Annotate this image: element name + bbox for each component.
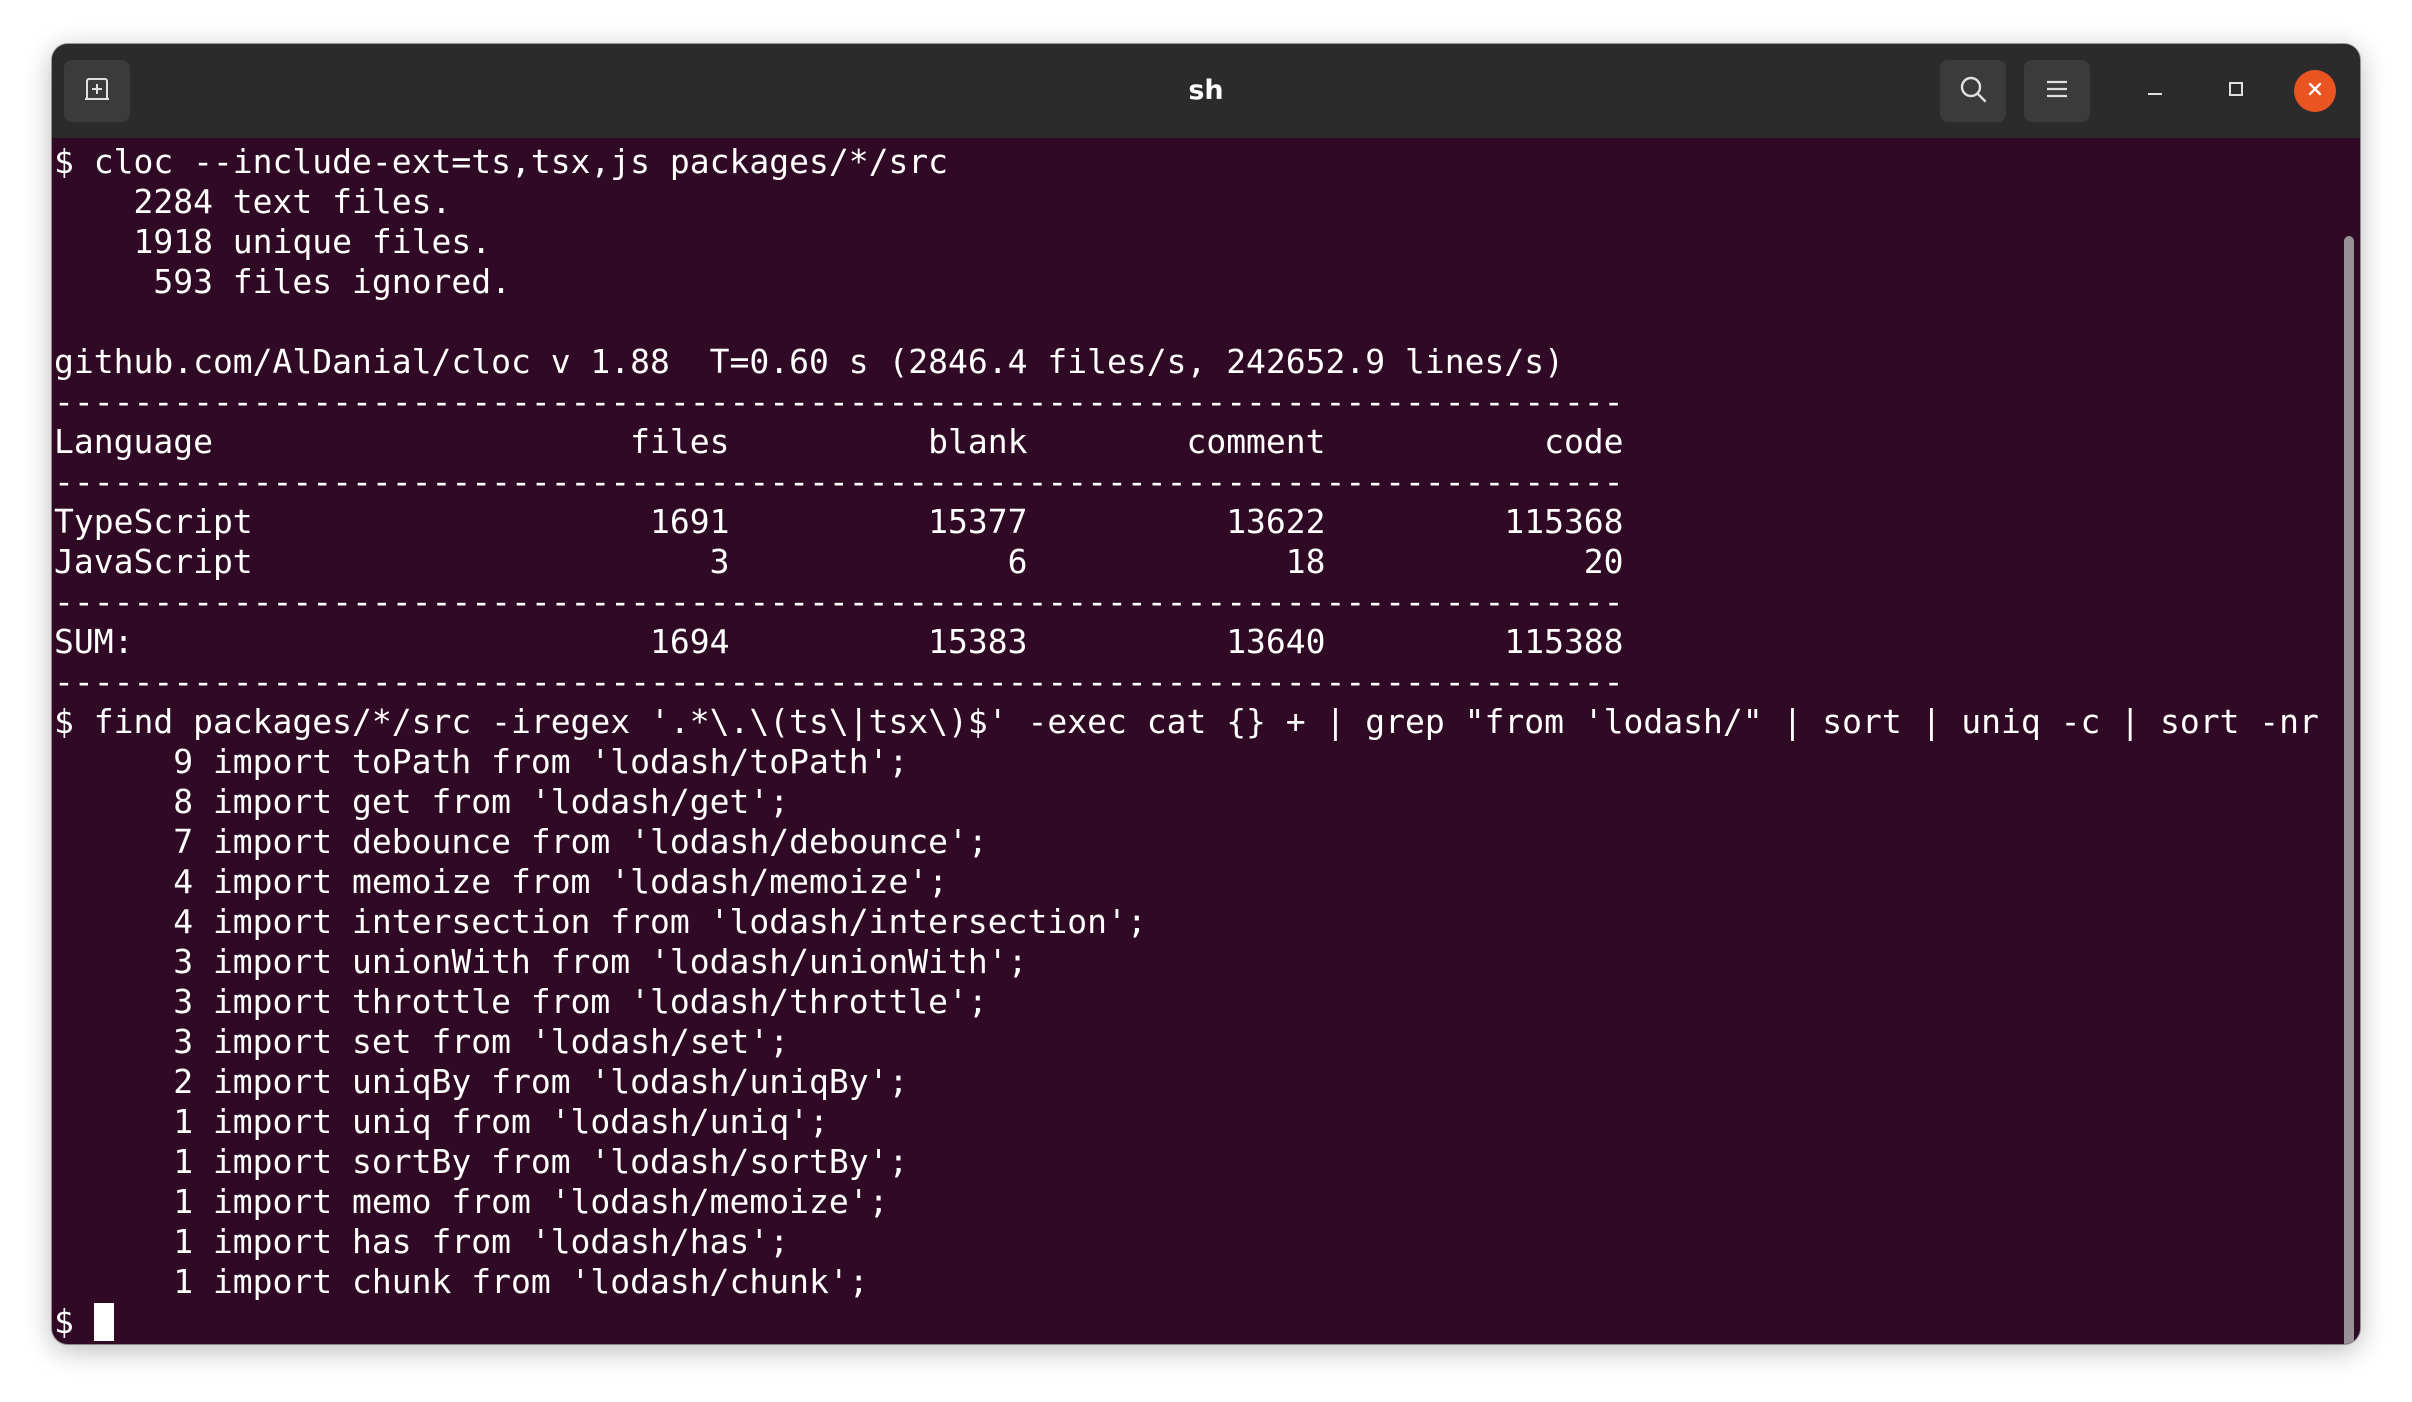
minimize-icon bbox=[2146, 80, 2164, 103]
terminal-line: 2 import uniqBy from 'lodash/uniqBy'; bbox=[54, 1062, 909, 1101]
terminal-line: 2284 text files. bbox=[54, 182, 452, 221]
text-cursor bbox=[93, 1303, 114, 1341]
terminal-line: SUM: 1694 15383 13640 115388 bbox=[54, 622, 1624, 661]
terminal-line: 3 import throttle from 'lodash/throttle'… bbox=[54, 982, 988, 1021]
search-button[interactable] bbox=[1940, 60, 2006, 122]
menu-button[interactable] bbox=[2024, 60, 2090, 122]
terminal-line: $ cloc --include-ext=ts,tsx,js packages/… bbox=[54, 142, 949, 181]
terminal-line: $ find packages/*/src -iregex '.*\.\(ts\… bbox=[54, 702, 2319, 741]
terminal-line: 1 import memo from 'lodash/memoize'; bbox=[54, 1182, 889, 1221]
terminal-line: 8 import get from 'lodash/get'; bbox=[54, 782, 790, 821]
window-title: sh bbox=[1188, 75, 1224, 106]
title-bar[interactable]: sh bbox=[52, 44, 2360, 139]
terminal-line: github.com/AlDanial/cloc v 1.88 T=0.60 s… bbox=[54, 342, 1564, 381]
terminal-line: ----------------------------------------… bbox=[54, 662, 1624, 701]
terminal-line: 1 import uniq from 'lodash/uniq'; bbox=[54, 1102, 829, 1141]
terminal-output: $ cloc --include-ext=ts,tsx,js packages/… bbox=[54, 142, 2319, 1342]
scrollbar[interactable] bbox=[2344, 236, 2354, 1344]
terminal-line: ----------------------------------------… bbox=[54, 382, 1624, 421]
terminal-line: ----------------------------------------… bbox=[54, 462, 1624, 501]
terminal-area[interactable]: $ cloc --include-ext=ts,tsx,js packages/… bbox=[52, 138, 2360, 1344]
terminal-line: Language files blank comment code bbox=[54, 422, 1624, 461]
terminal-line: 1 import chunk from 'lodash/chunk'; bbox=[54, 1262, 869, 1301]
terminal-line: 1 import has from 'lodash/has'; bbox=[54, 1222, 790, 1261]
terminal-line: 4 import intersection from 'lodash/inter… bbox=[54, 902, 1147, 941]
terminal-line: JavaScript 3 6 18 20 bbox=[54, 542, 1624, 581]
terminal-line: ----------------------------------------… bbox=[54, 582, 1624, 621]
terminal-line: 1 import sortBy from 'lodash/sortBy'; bbox=[54, 1142, 909, 1181]
terminal-line: 7 import debounce from 'lodash/debounce'… bbox=[54, 822, 988, 861]
terminal-line: 3 import unionWith from 'lodash/unionWit… bbox=[54, 942, 1028, 981]
terminal-line: 1918 unique files. bbox=[54, 222, 492, 261]
shell-prompt: $ bbox=[54, 1302, 94, 1341]
terminal-line: 593 files ignored. bbox=[54, 262, 511, 301]
close-icon bbox=[2306, 80, 2324, 103]
terminal-line: 3 import set from 'lodash/set'; bbox=[54, 1022, 790, 1061]
terminal-line: TypeScript 1691 15377 13622 115368 bbox=[54, 502, 1624, 541]
prompt-line[interactable]: $ bbox=[54, 1302, 2319, 1342]
search-icon bbox=[1958, 74, 1988, 109]
maximize-button[interactable] bbox=[2215, 70, 2257, 112]
hamburger-menu-icon bbox=[2045, 78, 2069, 105]
close-button[interactable] bbox=[2294, 70, 2336, 112]
maximize-icon bbox=[2227, 80, 2245, 103]
terminal-line: 4 import memoize from 'lodash/memoize'; bbox=[54, 862, 949, 901]
terminal-window: sh $ cloc --include-ext=ts,tsx,js packag… bbox=[52, 44, 2360, 1344]
terminal-line: 9 import toPath from 'lodash/toPath'; bbox=[54, 742, 909, 781]
minimize-button[interactable] bbox=[2134, 70, 2176, 112]
